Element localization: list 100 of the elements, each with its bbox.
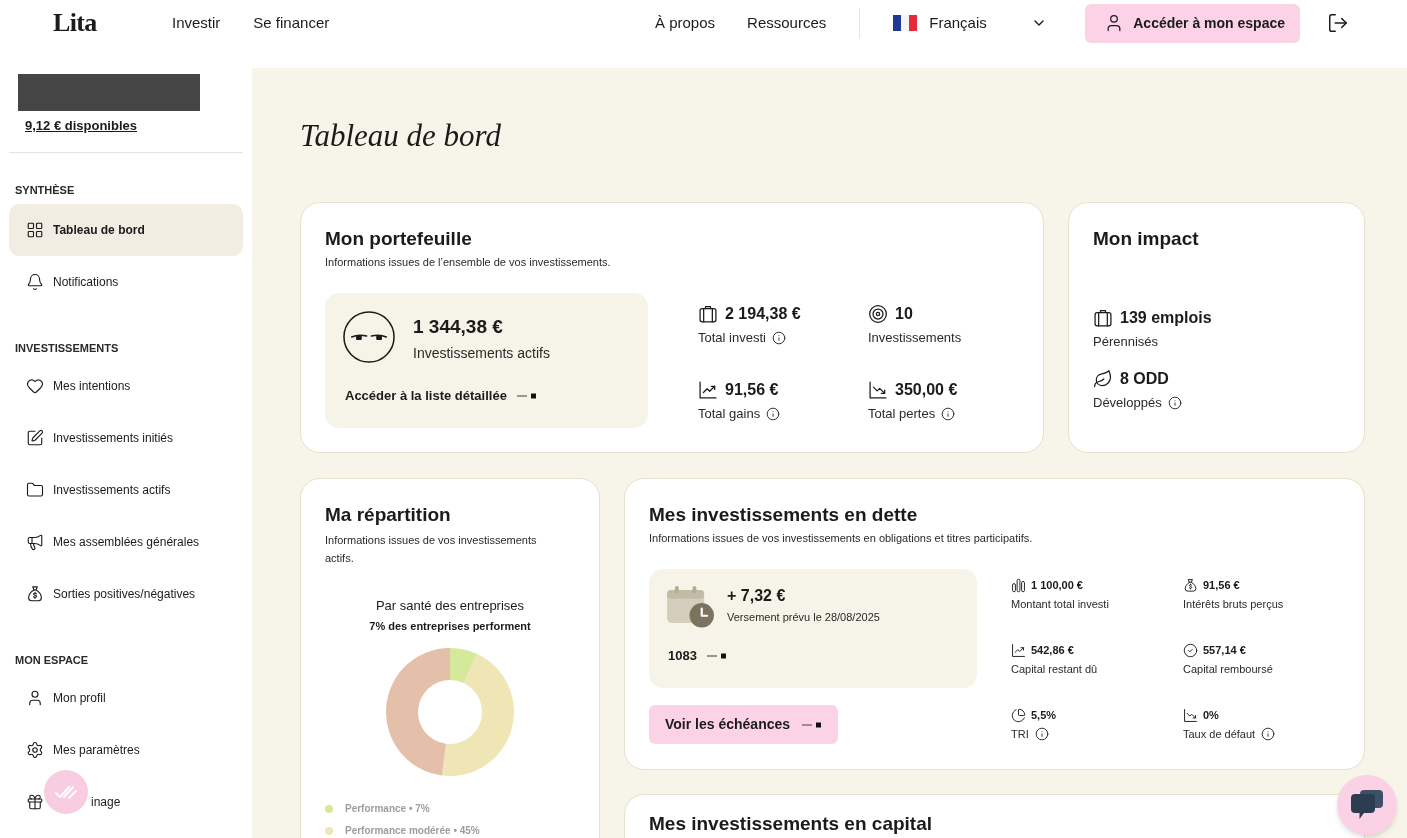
stat-label: Taux de défaut — [1183, 727, 1256, 741]
stat-value: 5,5% — [1031, 708, 1057, 723]
face-icon — [343, 311, 395, 363]
check-circle-icon — [1183, 642, 1198, 658]
nav-link[interactable]: Ressources — [747, 13, 827, 33]
calendar-clock-icon — [667, 585, 714, 628]
money-bag-icon — [1183, 577, 1198, 593]
card-title: Mes investissements en capital — [649, 812, 932, 836]
grid-icon — [26, 221, 44, 239]
card-title: Mes investissements en dette — [649, 503, 918, 527]
trend-down-chart-icon — [868, 380, 888, 400]
logout-button[interactable] — [1327, 12, 1349, 34]
stat-value: 557,14 € — [1203, 643, 1246, 658]
stat-value: 139 emplois — [1120, 308, 1212, 328]
logo[interactable]: Lita — [53, 8, 97, 37]
line-dot-icon — [802, 720, 823, 729]
card-title: Mon impact — [1093, 227, 1199, 251]
legend-label: Performance modérée • 45% — [345, 825, 480, 837]
chat-icon — [1351, 790, 1383, 820]
pencil-square-icon — [26, 429, 44, 447]
line-dot-icon — [516, 392, 537, 400]
logout-icon — [1327, 12, 1349, 34]
sidebar-item[interactable]: Mes assemblées générales — [9, 516, 243, 568]
stat-label: Montant total investi — [1011, 597, 1109, 611]
info-icon[interactable] — [1034, 727, 1049, 741]
payment-amount: + 7,32 € — [727, 586, 786, 606]
sidebar-item[interactable]: Investissements initiés — [9, 412, 243, 464]
nav-link[interactable]: Investir — [172, 13, 221, 33]
schedule-button[interactable]: Voir les échéances — [649, 705, 839, 744]
active-investments-value: 1 344,38 € — [413, 315, 503, 339]
info-icon[interactable] — [771, 331, 786, 345]
payment-date: Versement prévu le 28/08/2025 — [727, 610, 880, 624]
page-title: Tableau de bord — [300, 117, 501, 155]
account-button[interactable]: Accéder à mon espace — [1085, 3, 1300, 43]
stat-value: 350,00 € — [895, 380, 958, 400]
floating-check-button[interactable] — [44, 770, 88, 814]
payment-count-link[interactable]: 1083 — [668, 648, 727, 664]
section-heading: SYNTHÈSE — [15, 184, 75, 196]
card-subtitle: Informations issues de vos investissements en obligations et titres participatifs. — [649, 531, 1033, 545]
card-subtitle: Informations issues de l’ensemble de vos investissements. — [325, 255, 611, 269]
stat-label: Capital remboursé — [1183, 662, 1273, 676]
suitcase-icon — [698, 304, 718, 324]
leaf-icon — [1093, 369, 1113, 389]
sidebar-item[interactable]: Mon profil — [9, 672, 243, 724]
stat-label: Développés — [1093, 394, 1162, 412]
sidebar-item[interactable]: Tableau de bord — [9, 204, 243, 256]
pie-chart-icon — [1011, 707, 1026, 723]
language-selector[interactable]: Français — [893, 13, 1048, 33]
info-icon[interactable] — [1261, 727, 1276, 741]
target-icon — [868, 304, 888, 324]
sidebar-item[interactable]: Sorties positives/négatives — [9, 568, 243, 620]
stat-label: Total investi — [698, 329, 766, 347]
trend-up-chart-icon — [1011, 642, 1026, 658]
stat-value: 10 — [895, 304, 913, 324]
sidebar-item[interactable]: inage — [9, 776, 243, 828]
info-icon[interactable] — [1167, 396, 1182, 410]
stat-value: 2 194,38 € — [725, 304, 801, 324]
detailed-list-link[interactable]: Accéder à la liste détaillée — [345, 388, 537, 404]
section-heading: INVESTISSEMENTS — [15, 342, 119, 354]
card-title: Ma répartition — [325, 503, 451, 527]
stat-label: Investissements — [868, 329, 962, 347]
info-icon[interactable] — [766, 407, 781, 421]
stat-label: TRI — [1011, 727, 1029, 741]
stat-value: 8 ODD — [1120, 369, 1169, 389]
bell-icon — [26, 273, 44, 291]
trend-up-chart-icon — [698, 380, 718, 400]
card-title: Mon portefeuille — [325, 227, 472, 251]
stat-value: 1 100,00 € — [1031, 578, 1083, 593]
balance-link[interactable]: 9,12 € disponibles — [25, 118, 137, 134]
nav-link[interactable]: À propos — [655, 13, 716, 33]
gift-icon — [26, 793, 44, 811]
legend-label: Performance • 7% — [345, 803, 430, 815]
sidebar-item[interactable]: Mes intentions — [9, 360, 243, 412]
card-subtitle: Informations issues de vos investissements actifs. — [325, 533, 538, 566]
stat-label: Pérennisés — [1093, 333, 1159, 351]
user-icon — [26, 689, 44, 707]
bar-chart-icon — [1011, 577, 1026, 593]
settings-icon — [26, 741, 44, 759]
nav-link[interactable]: Se financer — [253, 13, 330, 33]
stat-label: Capital restant dû — [1011, 662, 1098, 676]
folder-icon — [26, 481, 44, 499]
money-bag-icon — [26, 585, 44, 603]
section-heading: MON ESPACE — [15, 654, 89, 666]
sidebar-item[interactable]: Investissements actifs — [9, 464, 243, 516]
stat-label: Total pertes — [868, 405, 936, 423]
active-investments-label: Investissements actifs — [413, 344, 550, 362]
chart-title: Par santé des entreprises — [375, 598, 525, 614]
heart-icon — [26, 377, 44, 395]
sidebar-item[interactable]: Mes paramètres — [9, 724, 243, 776]
chart-subtitle: 7% des entreprises performent — [369, 619, 531, 633]
stat-value: 91,56 € — [1203, 578, 1240, 593]
flag-icon — [893, 15, 918, 31]
stat-label: Total gains — [698, 405, 761, 423]
sidebar-item[interactable]: Notifications — [9, 256, 243, 308]
trend-down-chart-icon — [1183, 707, 1198, 723]
stat-value: 0% — [1203, 708, 1219, 723]
megaphone-icon — [26, 533, 44, 551]
info-icon[interactable] — [941, 407, 956, 421]
line-dot-icon — [706, 652, 727, 660]
suitcase-icon — [1093, 308, 1113, 328]
